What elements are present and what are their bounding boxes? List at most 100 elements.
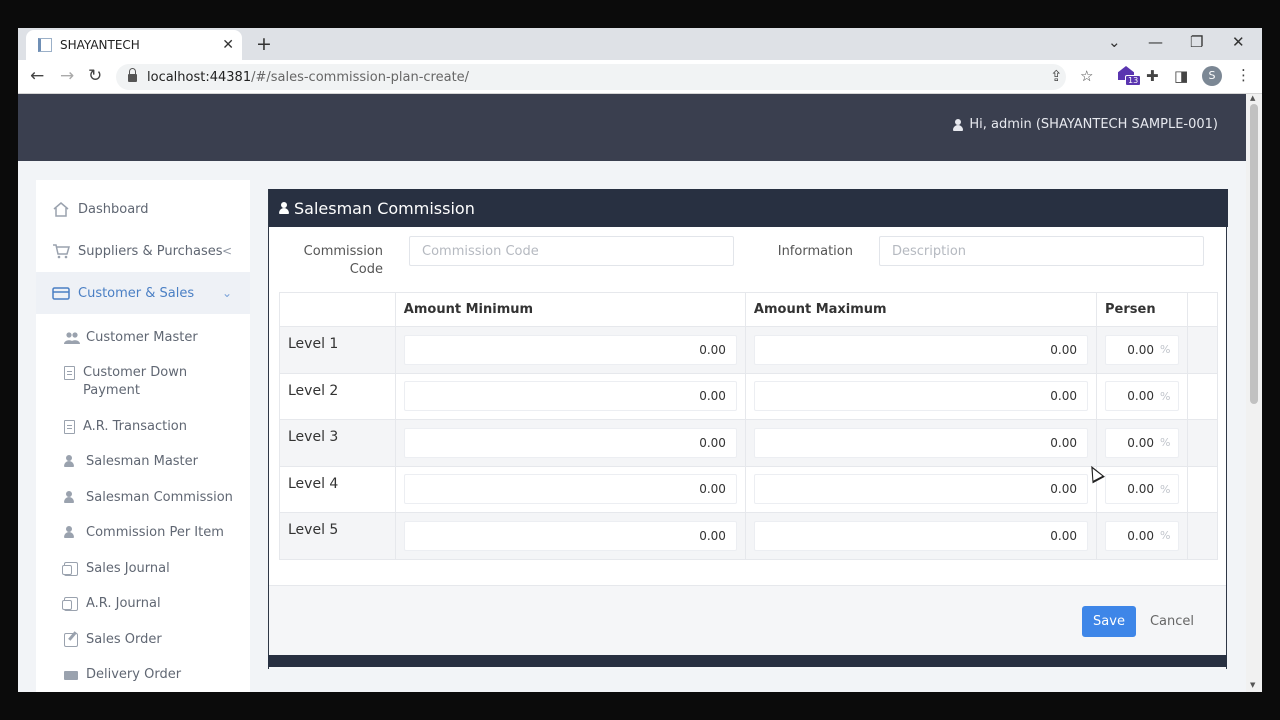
persen-input[interactable] xyxy=(1106,382,1159,411)
profile-avatar[interactable]: S xyxy=(1202,66,1222,86)
sidebar-item-suppliers-purchases[interactable]: Suppliers & Purchases < xyxy=(36,230,250,272)
app-header: Hi, admin (SHAYANTECH SAMPLE-001) xyxy=(18,94,1246,161)
persen-field: % xyxy=(1105,520,1180,551)
persen-input[interactable] xyxy=(1106,521,1159,550)
percent-suffix: % xyxy=(1160,343,1171,357)
column-header-amount-minimum: Amount Minimum xyxy=(394,292,746,327)
row-action-cell xyxy=(1187,326,1218,374)
puzzle-extensions-icon[interactable]: ✚ xyxy=(1146,67,1159,85)
level-label: Level 4 xyxy=(279,465,396,513)
subitem-label: Sales Order xyxy=(86,632,162,647)
cancel-button[interactable]: Cancel xyxy=(1145,606,1199,637)
sidebar-item-dashboard[interactable]: Dashboard xyxy=(36,188,250,230)
scroll-up-icon[interactable]: ▲ xyxy=(1250,94,1255,102)
restore-button[interactable]: ❐ xyxy=(1190,33,1203,51)
percent-suffix: % xyxy=(1160,389,1171,403)
level-label: Level 5 xyxy=(279,512,396,560)
amount-maximum-input[interactable] xyxy=(753,334,1089,365)
persen-input[interactable] xyxy=(1106,475,1159,504)
person-icon xyxy=(64,455,78,469)
tab-search-icon[interactable]: ⌄ xyxy=(1108,33,1121,51)
information-input[interactable] xyxy=(879,236,1204,266)
table-header-row: Amount Minimum Amount Maximum Persen xyxy=(279,292,1218,327)
back-arrow-icon[interactable]: ← xyxy=(30,66,44,86)
subitem-label: Delivery Order xyxy=(86,667,182,682)
subitem-ar-journal[interactable]: A.R. Journal xyxy=(62,595,244,613)
persen-field: % xyxy=(1105,474,1180,505)
subitem-salesman-commission[interactable]: Salesman Commission xyxy=(64,489,244,507)
amount-maximum-input[interactable] xyxy=(753,427,1089,458)
user-menu[interactable]: Hi, admin (SHAYANTECH SAMPLE-001) xyxy=(953,117,1218,132)
scroll-down-icon[interactable]: ▼ xyxy=(1250,681,1255,689)
credit-card-icon xyxy=(52,285,70,301)
card-bottom-bar xyxy=(268,655,1227,667)
save-button[interactable]: Save xyxy=(1082,606,1136,637)
forward-arrow-icon[interactable]: → xyxy=(60,66,74,86)
persen-input[interactable] xyxy=(1106,428,1159,457)
sidebar-item-label: Suppliers & Purchases xyxy=(78,243,223,259)
lock-icon xyxy=(128,68,137,82)
persen-input[interactable] xyxy=(1106,335,1159,364)
close-tab-icon[interactable]: ✕ xyxy=(222,37,234,53)
percent-suffix: % xyxy=(1160,482,1171,496)
app-viewport: Hi, admin (SHAYANTECH SAMPLE-001) Dashbo… xyxy=(18,94,1246,692)
level-label: Level 3 xyxy=(279,419,396,467)
users-icon xyxy=(64,331,80,345)
level-label: Level 1 xyxy=(279,326,396,374)
commission-code-label: Commission Code xyxy=(303,244,383,277)
subitem-delivery-order[interactable]: Delivery Order xyxy=(64,666,244,684)
row-action-cell xyxy=(1187,372,1218,420)
user-greeting: Hi, admin (SHAYANTECH SAMPLE-001) xyxy=(969,117,1218,132)
subitem-commission-per-item[interactable]: Commission Per Item xyxy=(64,524,244,542)
subitem-sales-journal[interactable]: Sales Journal xyxy=(62,560,244,578)
commission-code-input[interactable] xyxy=(409,236,734,266)
new-tab-button[interactable]: + xyxy=(256,33,272,55)
row-action-cell xyxy=(1187,465,1218,513)
subitem-ar-transaction[interactable]: A.R. Transaction xyxy=(64,418,244,436)
column-header-amount-maximum: Amount Maximum xyxy=(744,292,1098,327)
table-row: Level 4 % xyxy=(279,465,1218,513)
browser-tab[interactable]: SHAYANTECH ✕ xyxy=(26,30,242,60)
sidebar-item-label: Dashboard xyxy=(78,201,149,217)
cart-icon xyxy=(52,243,70,259)
sidebar-item-customer-sales[interactable]: Customer & Sales ⌄ xyxy=(36,272,250,314)
reload-icon[interactable]: ↻ xyxy=(88,66,102,86)
page-scrollbar[interactable]: ▲ ▼ xyxy=(1246,94,1262,692)
sidebar-item-label: Customer & Sales xyxy=(78,285,195,301)
subitem-sales-order[interactable]: Sales Order xyxy=(64,631,244,649)
close-window-button[interactable]: ✕ xyxy=(1232,33,1245,51)
row-action-cell xyxy=(1187,419,1218,467)
extension-icon[interactable]: 13 xyxy=(1118,66,1142,86)
amount-maximum-input[interactable] xyxy=(753,474,1089,505)
subitem-customer-down-payment[interactable]: Customer Down Payment xyxy=(64,364,244,400)
subitem-customer-master[interactable]: Customer Master xyxy=(64,329,244,347)
salesman-commission-card: Salesman Commission Commission Code Info… xyxy=(268,189,1228,669)
level-label: Level 2 xyxy=(279,372,396,420)
browser-menu-icon[interactable]: ⋮ xyxy=(1236,66,1251,84)
subitem-label: Customer Master xyxy=(86,330,198,345)
amount-minimum-input[interactable] xyxy=(403,474,737,505)
column-header-persen: Persen xyxy=(1096,292,1189,327)
subitem-label: Salesman Commission xyxy=(86,490,233,505)
amount-minimum-input[interactable] xyxy=(403,520,737,551)
person-icon xyxy=(64,526,78,540)
card-header: Salesman Commission xyxy=(269,189,1228,227)
side-panel-icon[interactable]: ◨ xyxy=(1174,67,1188,85)
table-row: Level 3 % xyxy=(279,419,1218,467)
share-icon[interactable]: ⇪ xyxy=(1050,67,1063,85)
minimize-button[interactable]: — xyxy=(1148,33,1163,51)
address-bar-row: ← → ↻ localhost:44381/#/sales-commission… xyxy=(18,60,1262,94)
amount-maximum-input[interactable] xyxy=(753,520,1089,551)
url-input[interactable]: localhost:44381/#/sales-commission-plan-… xyxy=(116,64,1066,90)
amount-minimum-input[interactable] xyxy=(403,334,737,365)
home-icon xyxy=(52,201,70,217)
card-title: Salesman Commission xyxy=(294,198,475,218)
subitem-salesman-master[interactable]: Salesman Master xyxy=(64,453,244,471)
percent-suffix: % xyxy=(1160,436,1171,450)
scrollbar-thumb[interactable] xyxy=(1250,104,1258,404)
amount-maximum-input[interactable] xyxy=(753,381,1089,412)
star-icon[interactable]: ☆ xyxy=(1080,67,1093,85)
document-icon xyxy=(64,420,75,434)
amount-minimum-input[interactable] xyxy=(403,381,737,412)
amount-minimum-input[interactable] xyxy=(403,427,737,458)
